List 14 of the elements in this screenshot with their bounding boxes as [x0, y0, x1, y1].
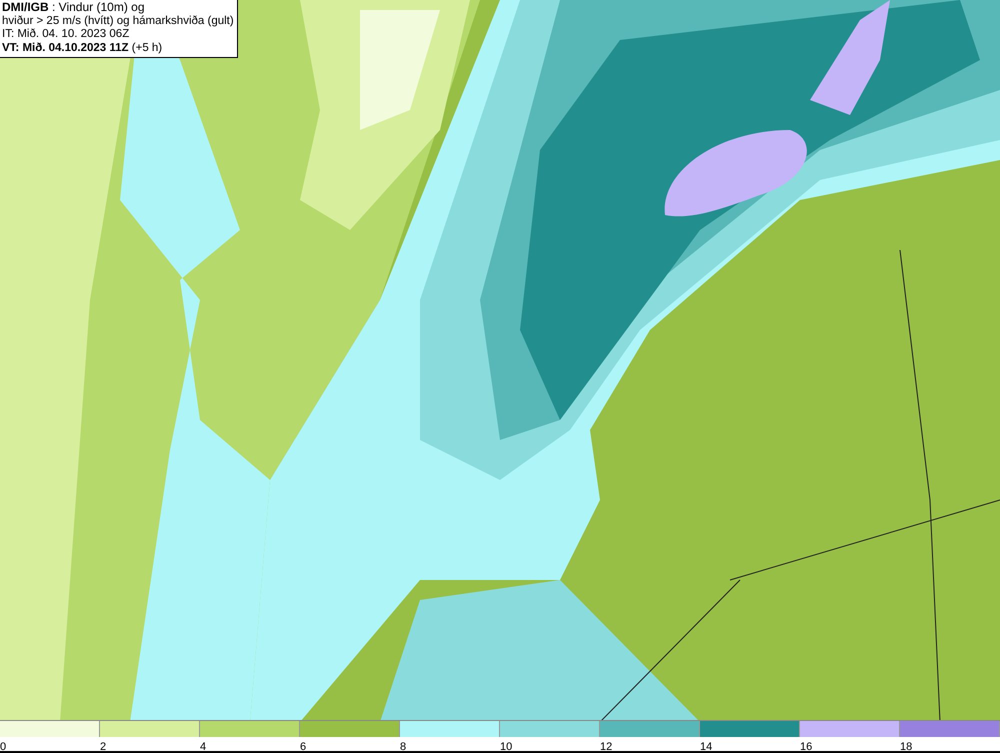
caption-line: DMI/IGB : Vindur (10m) og [2, 1, 146, 14]
legend-label: 12 [600, 741, 612, 753]
caption-line: VT: Mið. 04.10.2023 11Z (+5 h) [2, 42, 164, 55]
legend-label: 4 [200, 741, 206, 753]
legend-label: 8 [400, 741, 406, 753]
legend-label: 14 [700, 741, 712, 753]
legend-label: 16 [800, 741, 812, 753]
legend-label: 6 [300, 741, 306, 753]
legend-label: 10 [500, 741, 512, 753]
legend-label: 2 [100, 741, 106, 753]
legend-label: 0 [0, 741, 6, 753]
caption-line: IT: Mið. 04. 10. 2023 06Z [2, 28, 130, 42]
legend-label: 18 [900, 741, 912, 753]
caption-line: hviður > 25 m/s (hvítt) og hámarkshviða (gult) [2, 14, 234, 28]
